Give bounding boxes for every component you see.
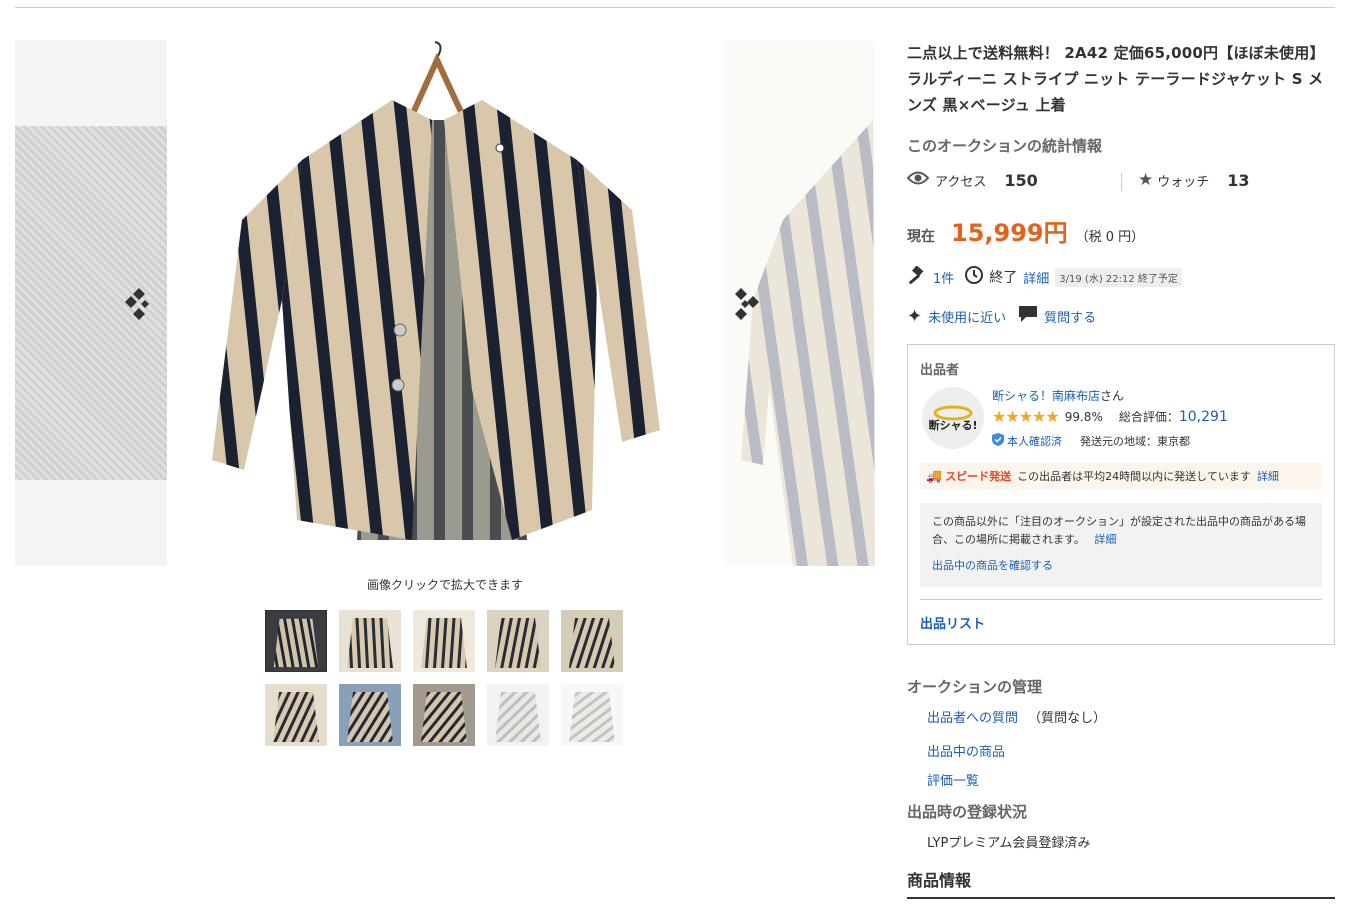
seller-name-row: 断シャる！南麻布店さん [992, 387, 1124, 404]
listed-items-link[interactable]: 出品中の商品 [927, 741, 1005, 760]
speed-shipping-tag: スピード発送 [945, 470, 1012, 483]
notice-detail-link[interactable]: 詳細 [1094, 533, 1116, 546]
product-info-heading: 商品情報 [907, 871, 972, 890]
thumbnail-6[interactable] [265, 684, 327, 746]
price-row: 現在 15,999円 （税 0 円） [907, 213, 1144, 248]
seller-box: 出品者 断シャる! 断シャる！南麻布店さん ★★★★★ 99.8% 総合評価： … [907, 344, 1335, 645]
current-price: 15,999円 [951, 219, 1068, 247]
total-rating-link[interactable]: 10,291 [1179, 409, 1228, 425]
next-image-arrow-icon[interactable] [735, 284, 765, 324]
thumbnail-10[interactable] [561, 684, 623, 746]
seller-name-link[interactable]: 断シャる！南麻布店 [992, 389, 1100, 403]
top-divider [15, 7, 1335, 8]
seller-question-link[interactable]: 出品者への質問 [927, 711, 1018, 726]
registration-heading: 出品時の登録状況 [907, 803, 1028, 821]
seller-list-link[interactable]: 出品リスト [920, 613, 985, 632]
thumbnail-5[interactable] [561, 610, 623, 672]
image-gallery [15, 40, 875, 566]
stats-heading: このオークションの統計情報 [907, 137, 1103, 155]
end-time-badge: 3/19 (水) 22:12 終了予定 [1055, 267, 1182, 287]
question-row: 出品者への質問 （質問なし） [927, 707, 1106, 726]
stats-divider [1121, 173, 1122, 191]
previous-image-arrow-icon[interactable] [125, 284, 155, 324]
striped-jacket-image [212, 41, 660, 540]
watch-stat: ★ ウォッチ 13 [1138, 170, 1250, 190]
item-info-panel: 二点以上で送料無料！ 2A42 定価65,000円【ほぼ未使用】ラルディーニ ス… [907, 40, 1335, 118]
end-detail-link[interactable]: 詳細 [1023, 268, 1049, 287]
access-stat: アクセス 150 [906, 170, 1038, 190]
seller-rating-row: ★★★★★ 99.8% 総合評価： 10,291 [992, 407, 1228, 426]
item-title: 二点以上で送料無料！ 2A42 定価65,000円【ほぼ未使用】ラルディーニ ス… [907, 44, 1325, 114]
thumbnail-1[interactable] [265, 610, 327, 672]
registration-status: LYPプレミアム会員登録済み [927, 836, 1091, 851]
rating-percent: 99.8% [1064, 409, 1103, 424]
bid-info-row: 1件 終了 詳細 3/19 (水) 22:12 終了予定 [907, 265, 1182, 289]
notice-text: この商品以外に「注目のオークション」が設定された出品中の商品がある場合、この場所… [932, 515, 1306, 546]
question-note: （質問なし） [1028, 711, 1107, 726]
avatar-text: 断シャる! [928, 418, 977, 432]
access-count: 150 [1004, 170, 1038, 190]
verified-row: 本人確認済 発送元の地域：東京都 [992, 433, 1190, 449]
watch-label: ウォッチ [1157, 174, 1210, 190]
thumbnail-9[interactable] [487, 684, 549, 746]
star-icon: ★ [1138, 170, 1154, 190]
stats-row: アクセス 150 ★ ウォッチ 13 [906, 170, 1335, 194]
speed-detail-link[interactable]: 詳細 [1257, 468, 1279, 484]
seller-heading: 出品者 [920, 363, 960, 378]
featured-auction-notice: この商品以外に「注目のオークション」が設定された出品中の商品がある場合、この場所… [920, 503, 1322, 587]
chat-bubble-icon [1018, 305, 1038, 327]
rating-stars-icon: ★★★★★ [992, 407, 1060, 426]
thumbnail-4[interactable] [487, 610, 549, 672]
speed-shipping-bar: 🚚 スピード発送 この出品者は平均24時間以内に発送しています 詳細 [920, 463, 1322, 489]
verified-link[interactable]: 本人確認済 [1007, 433, 1062, 449]
bid-count-link[interactable]: 1件 [933, 268, 954, 287]
product-info-divider [907, 897, 1335, 899]
watch-count: 13 [1227, 170, 1250, 190]
thumbnail-2[interactable] [339, 610, 401, 672]
price-label: 現在 [907, 229, 935, 245]
seller-name-suffix: さん [1100, 389, 1125, 403]
condition-row: ✦ 未使用に近い 質問する [907, 305, 1096, 327]
ship-from: 発送元の地域：東京都 [1080, 435, 1190, 448]
ratings-list-link[interactable]: 評価一覧 [927, 770, 979, 789]
truck-icon: 🚚 [926, 468, 943, 484]
image-caption: 画像クリックで拡大できます [366, 578, 523, 592]
access-label: アクセス [935, 174, 987, 190]
main-product-image[interactable] [182, 40, 708, 566]
speed-shipping-text: この出品者は平均24時間以内に発送しています [1017, 470, 1251, 483]
tax-amount: （税 0 円） [1075, 230, 1145, 245]
gavel-icon [907, 265, 927, 288]
management-heading: オークションの管理 [907, 678, 1043, 696]
seller-divider [920, 599, 1322, 600]
view-listed-items-link[interactable]: 出品中の商品を確認する [932, 557, 1310, 575]
shield-check-icon [992, 433, 1004, 449]
auction-status: 終了 [989, 270, 1018, 286]
thumbnail-7[interactable] [339, 684, 401, 746]
condition-link[interactable]: 未使用に近い [928, 307, 1006, 326]
seller-avatar[interactable]: 断シャる! [922, 387, 984, 449]
thumbnail-8[interactable] [413, 684, 475, 746]
eye-icon [906, 170, 930, 190]
clock-icon [964, 265, 984, 289]
thumbnail-3[interactable] [413, 610, 475, 672]
sparkle-icon: ✦ [907, 305, 923, 327]
total-rating-label: 総合評価： [1118, 410, 1179, 424]
ask-question-link[interactable]: 質問する [1044, 307, 1096, 326]
